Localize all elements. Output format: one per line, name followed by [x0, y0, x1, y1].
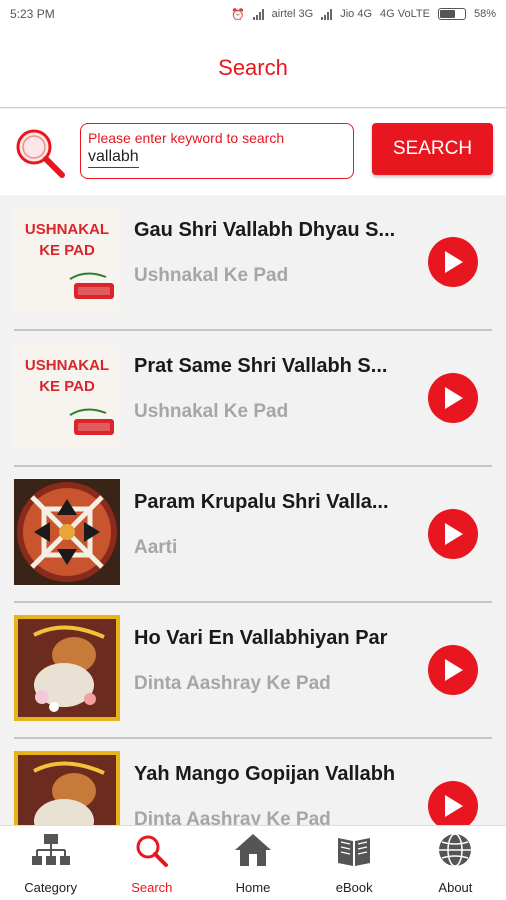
nav-category[interactable]: Category [0, 826, 101, 900]
song-album: Aarti [134, 537, 178, 558]
signal-icon [252, 8, 264, 20]
song-title: Gau Shri Vallabh Dhyau S... [134, 219, 396, 241]
radio-logo [69, 408, 114, 435]
song-album: Dinta Aashray Ke Pad [134, 809, 331, 825]
song-album: Ushnakal Ke Pad [134, 265, 289, 286]
ebook-icon [338, 838, 371, 866]
song-album: Ushnakal Ke Pad [134, 401, 289, 422]
nav-label: eBook [335, 880, 373, 895]
radio-logo [69, 272, 114, 299]
magnifier-icon [16, 129, 65, 178]
signal-icon-2 [321, 8, 333, 20]
nav-ebook[interactable]: eBook [304, 826, 405, 900]
nav-search[interactable]: Search [101, 826, 202, 900]
nav-label: Search [131, 880, 173, 895]
nav-home[interactable]: Home [202, 826, 303, 900]
thumbnail-caption-line: KE PAD [39, 242, 95, 259]
thumbnail-caption-line: KE PAD [39, 378, 95, 395]
search-input[interactable]: Please enter keyword to search vallabh [80, 123, 354, 179]
list-item[interactable]: Param Krupalu Shri Valla... Aarti [14, 467, 492, 603]
album-thumbnail [14, 479, 120, 585]
thumbnail-caption: USHNAKAL KE PAD [17, 219, 117, 261]
song-title: Ho Vari En Vallabhiyan Par [134, 627, 388, 649]
list-item[interactable]: USHNAKAL KE PAD Prat Same Shri Vallabh S… [14, 331, 492, 467]
play-button[interactable] [428, 373, 478, 423]
carrier-2: Jio 4G [340, 8, 373, 20]
globe-icon [439, 833, 472, 867]
search-button[interactable]: SEARCH [372, 123, 493, 175]
nav-label: Home [235, 880, 271, 895]
app-header: Search [0, 28, 506, 108]
result-list[interactable]: USHNAKAL KE PAD Gau Shri Vallabh Dhyau S… [0, 195, 506, 825]
play-icon [445, 659, 463, 681]
carrier-1: airtel 3G [271, 8, 314, 20]
battery-icon [437, 8, 466, 20]
aarti-thumbnail-art [17, 482, 117, 582]
battery-level: 58% [473, 8, 496, 20]
album-thumbnail [14, 751, 120, 825]
deity-thumbnail-art [18, 755, 116, 825]
play-icon [445, 387, 463, 409]
play-icon [445, 251, 463, 273]
search-placeholder: Please enter keyword to search [88, 130, 285, 146]
network-type: 4G VoLTE [380, 8, 430, 20]
play-icon [445, 795, 463, 817]
play-icon [445, 523, 463, 545]
play-button[interactable] [428, 509, 478, 559]
nav-label: About [438, 880, 473, 895]
alarm-icon: ⏰ [230, 8, 245, 21]
song-title: Param Krupalu Shri Valla... [134, 491, 389, 513]
play-button[interactable] [428, 781, 478, 825]
bottom-navigation: Category Search Home eBook About [0, 825, 506, 900]
status-time: 5:23 PM [10, 7, 55, 21]
play-button[interactable] [428, 237, 478, 287]
page-title: Search [218, 54, 288, 80]
home-icon [235, 834, 271, 866]
status-right: ⏰ airtel 3G Jio 4G 4G VoLTE 58% [231, 8, 496, 21]
thumbnail-caption: USHNAKAL KE PAD [17, 355, 117, 397]
list-item[interactable]: Yah Mango Gopijan Vallabh Dinta Aashray … [14, 739, 492, 825]
search-value: vallabh [88, 147, 139, 168]
nav-label: Category [24, 880, 77, 895]
song-album: Dinta Aashray Ke Pad [134, 673, 331, 694]
album-thumbnail [14, 615, 120, 721]
album-thumbnail: USHNAKAL KE PAD [14, 343, 120, 449]
status-bar: 5:23 PM ⏰ airtel 3G Jio 4G 4G VoLTE 58% [0, 0, 506, 28]
song-title: Prat Same Shri Vallabh S... [134, 355, 388, 377]
list-item[interactable]: Ho Vari En Vallabhiyan Par Dinta Aashray… [14, 603, 492, 739]
search-icon [136, 835, 168, 867]
thumbnail-caption-line: USHNAKAL [24, 357, 110, 374]
nav-about[interactable]: About [405, 826, 506, 900]
play-button[interactable] [428, 645, 478, 695]
song-title: Yah Mango Gopijan Vallabh [134, 763, 396, 785]
deity-thumbnail-art [18, 619, 116, 717]
list-item[interactable]: USHNAKAL KE PAD Gau Shri Vallabh Dhyau S… [14, 195, 492, 331]
search-row: Please enter keyword to search vallabh S… [0, 109, 506, 195]
thumbnail-caption-line: USHNAKAL [24, 221, 110, 238]
album-thumbnail: USHNAKAL KE PAD [14, 207, 120, 313]
category-icon [31, 834, 70, 865]
status-left: 5:23 PM [10, 7, 55, 21]
